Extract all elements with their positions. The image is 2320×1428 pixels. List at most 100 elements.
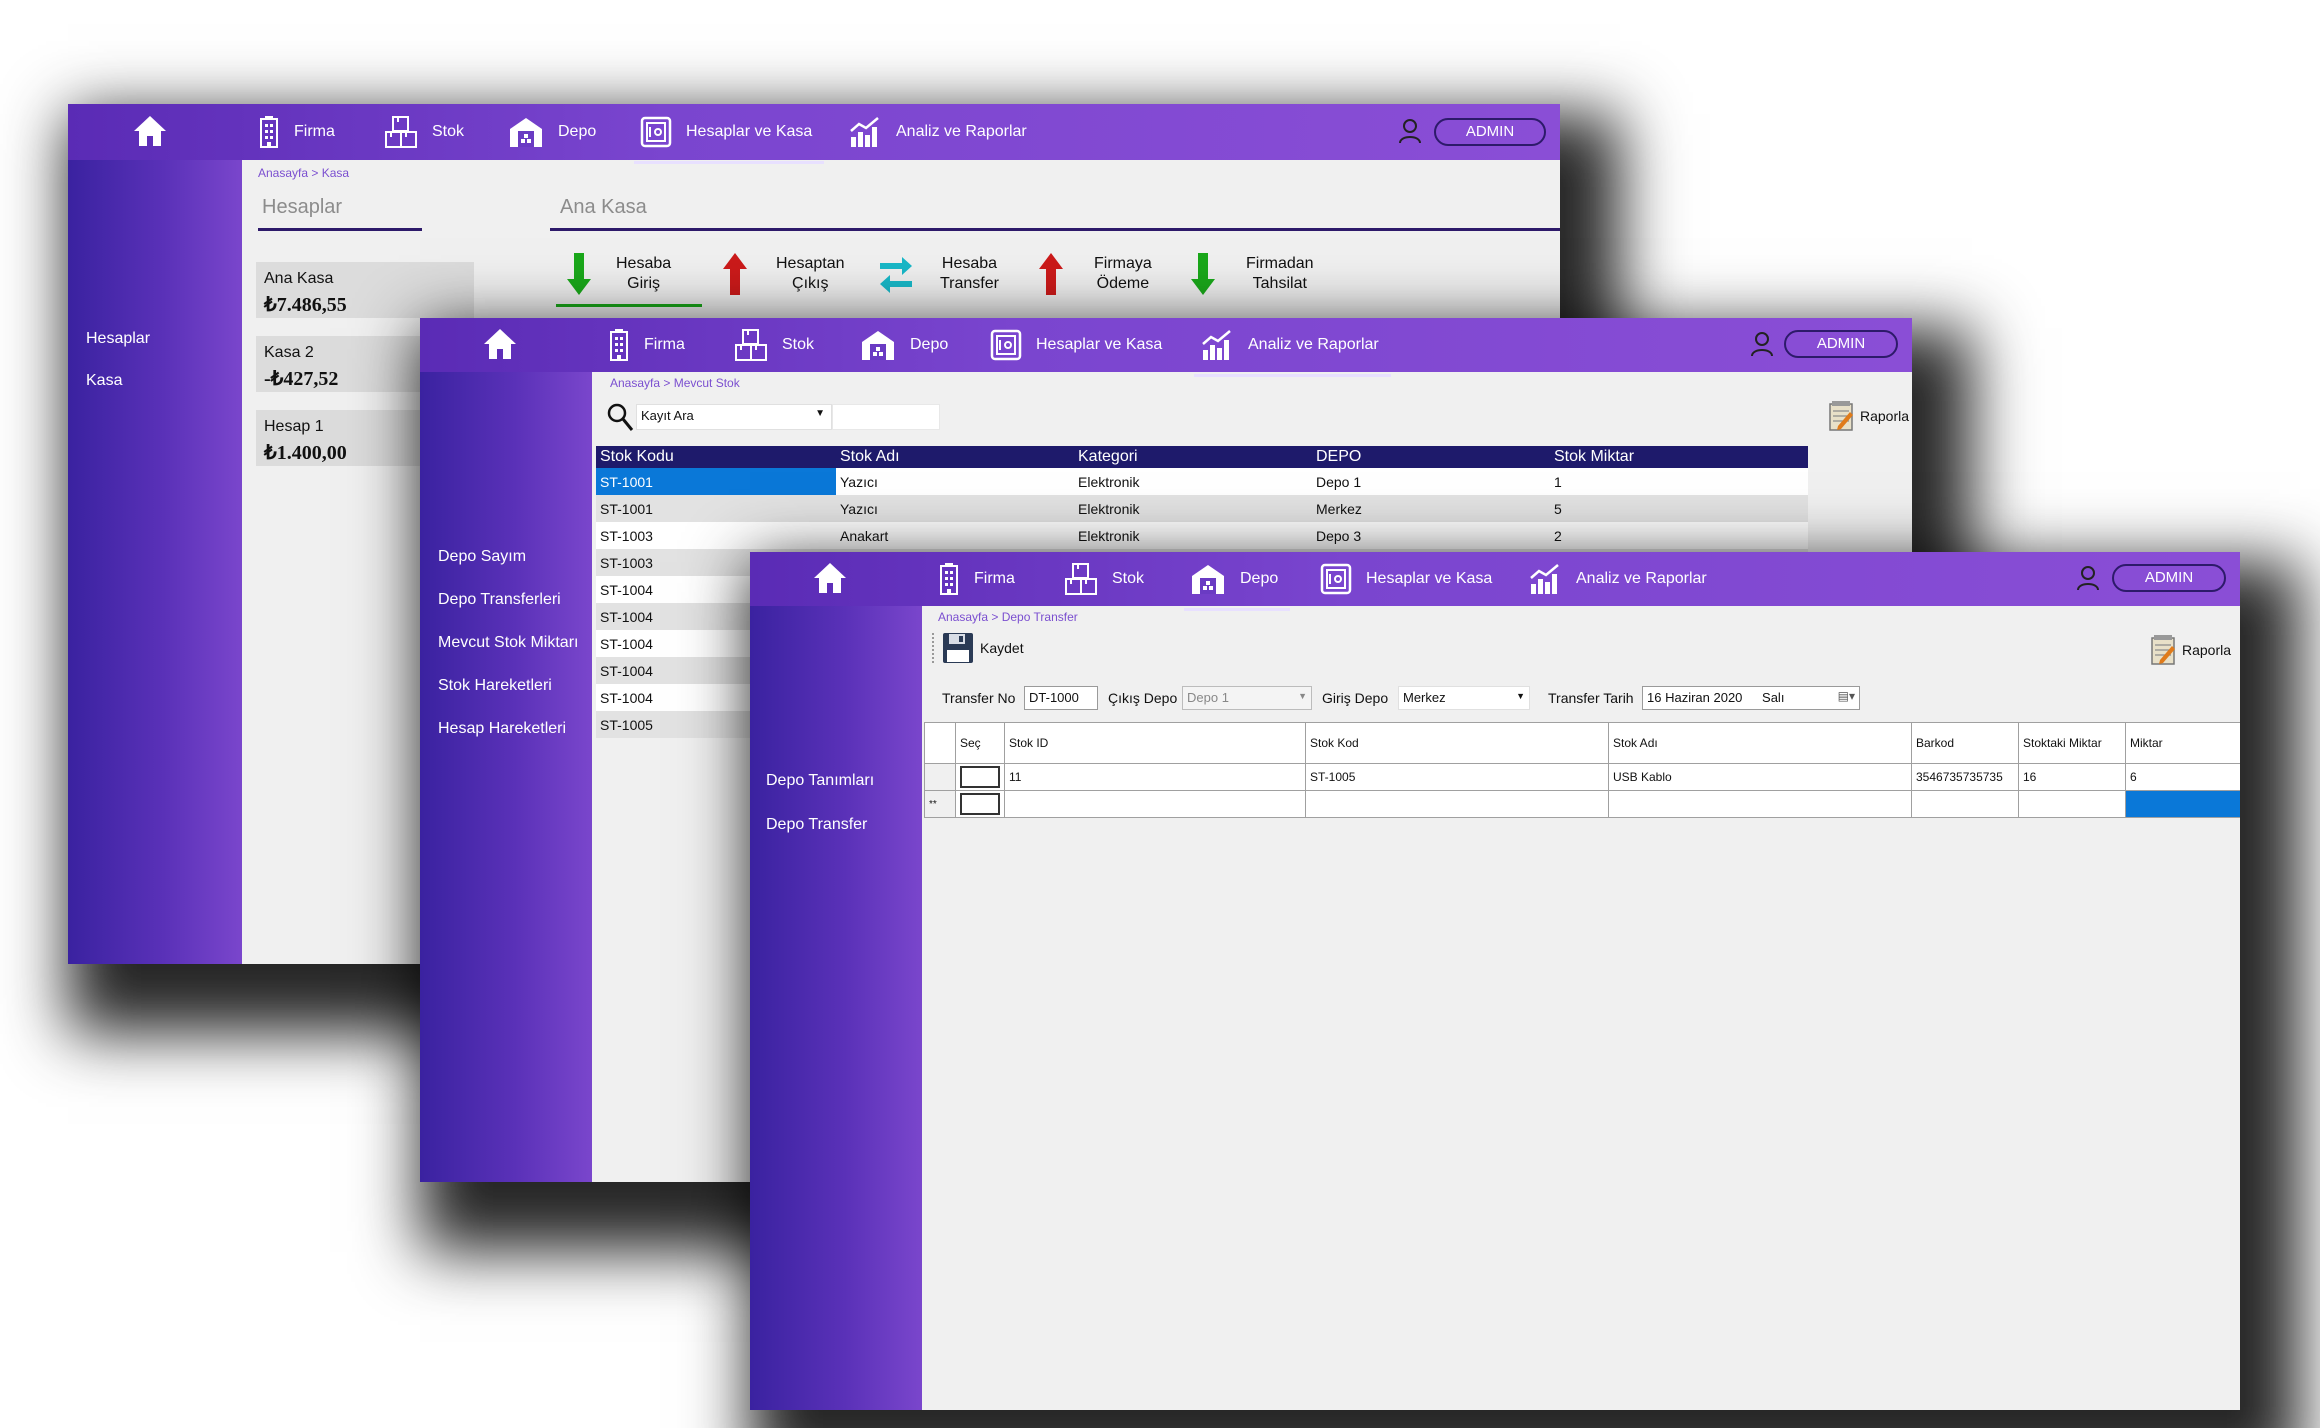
home-icon[interactable] — [132, 114, 168, 148]
sidebar-item-depo-tanimlari[interactable]: Depo Tanımları — [766, 772, 874, 790]
sidebar-item-kasa[interactable]: Kasa — [86, 372, 122, 390]
column-header[interactable]: Stok Adı — [836, 446, 1074, 468]
column-header[interactable]: Miktar — [2125, 722, 2240, 764]
new-row[interactable]: ** — [924, 790, 2240, 818]
cell-stok-adi[interactable] — [1608, 790, 1912, 818]
calendar-icon[interactable]: ▤▾ — [1838, 689, 1855, 703]
table-row[interactable]: 11 ST-1005 USB Kablo 3546735735735 16 6 — [924, 763, 2240, 791]
nav-stok[interactable]: Stok — [1064, 561, 1144, 597]
transfer-no-field[interactable]: DT-1000 — [1024, 686, 1098, 710]
home-icon[interactable] — [812, 561, 848, 595]
nav-hesaplar-kasa[interactable]: Hesaplar ve Kasa — [633, 114, 825, 164]
giris-depo-select[interactable]: Merkez ▼ — [1398, 686, 1530, 710]
action-hesaba-transfer[interactable]: Hesaba Transfer — [878, 250, 999, 298]
column-header[interactable]: Barkod — [1911, 722, 2019, 764]
nav-stok[interactable]: Stok — [384, 114, 464, 150]
sidebar-item-hesap-hareketleri[interactable]: Hesap Hareketleri — [438, 720, 566, 738]
cell-stoktaki-miktar[interactable]: 16 — [2018, 763, 2126, 791]
action-hesaptan-cikis[interactable]: Hesaptan Çıkış — [722, 250, 845, 298]
action-firmadan-tahsilat[interactable]: Firmadan Tahsilat — [1190, 250, 1314, 298]
cikis-depo-select[interactable]: Depo 1 ▼ — [1182, 686, 1312, 710]
nav-firma[interactable]: Firma — [938, 561, 1015, 597]
admin-button[interactable]: ADMIN — [2112, 564, 2226, 592]
cell-stok-kod[interactable]: ST-1005 — [1305, 763, 1609, 791]
cell-depo[interactable]: Merkez — [1312, 495, 1550, 522]
select-checkbox[interactable] — [960, 793, 1000, 815]
cell-stok-adi[interactable]: USB Kablo — [1608, 763, 1912, 791]
cell-stok-adi[interactable]: Yazıcı — [836, 468, 1074, 495]
column-header[interactable]: Stok Kodu — [596, 446, 836, 468]
select-checkbox[interactable] — [960, 766, 1000, 788]
column-header[interactable]: Kategori — [1074, 446, 1312, 468]
column-header[interactable]: Stok Miktar — [1550, 446, 1808, 468]
nav-depo[interactable]: Depo — [860, 327, 948, 363]
sidebar-item-stok-hareketleri[interactable]: Stok Hareketleri — [438, 677, 552, 695]
row-header[interactable] — [924, 763, 956, 791]
cell-kategori[interactable]: Elektronik — [1074, 495, 1312, 522]
table-row[interactable]: ST-1003 Anakart Elektronik Depo 3 2 — [596, 522, 1808, 549]
cell-stok-kodu[interactable]: ST-1003 — [596, 522, 836, 549]
cell-stok-miktar[interactable]: 2 — [1550, 522, 1808, 549]
column-header[interactable]: DEPO — [1312, 446, 1550, 468]
nav-depo[interactable]: Depo — [1183, 561, 1291, 611]
cell-sec[interactable] — [955, 790, 1005, 818]
cell-stok-adi[interactable]: Yazıcı — [836, 495, 1074, 522]
cell-stok-id[interactable] — [1004, 790, 1306, 818]
column-header[interactable]: Stok ID — [1004, 722, 1306, 764]
search-input[interactable] — [832, 404, 940, 430]
action-firmaya-odeme[interactable]: Firmaya Ödeme — [1038, 250, 1152, 298]
transfer-date-picker[interactable]: 16 Haziran 2020 Salı ▤▾ — [1642, 686, 1860, 710]
column-header[interactable]: Stoktaki Miktar — [2018, 722, 2126, 764]
user-icon[interactable] — [2076, 565, 2100, 591]
column-header[interactable]: Stok Kod — [1305, 722, 1609, 764]
cell-depo[interactable]: Depo 3 — [1312, 522, 1550, 549]
breadcrumb[interactable]: Anasayfa > Mevcut Stok — [610, 376, 740, 390]
nav-stok[interactable]: Stok — [734, 327, 814, 363]
nav-firma[interactable]: Firma — [258, 114, 335, 150]
column-header[interactable]: Stok Adı — [1608, 722, 1912, 764]
cell-stok-miktar[interactable]: 5 — [1550, 495, 1808, 522]
table-row[interactable]: ST-1001 Yazıcı Elektronik Merkez 5 — [596, 495, 1808, 522]
breadcrumb[interactable]: Anasayfa > Depo Transfer — [938, 610, 1078, 624]
cell-stok-id[interactable]: 11 — [1004, 763, 1306, 791]
nav-hesaplar-kasa[interactable]: Hesaplar ve Kasa — [990, 327, 1162, 363]
nav-analiz-raporlar[interactable]: Analiz ve Raporlar — [1528, 561, 1707, 597]
action-hesaba-giris[interactable]: Hesaba Giriş — [566, 250, 671, 298]
nav-depo[interactable]: Depo — [508, 114, 596, 150]
cell-stok-kodu[interactable]: ST-1001 — [596, 495, 836, 522]
cell-depo[interactable]: Depo 1 — [1312, 468, 1550, 495]
nav-analiz-raporlar[interactable]: Analiz ve Raporlar — [848, 114, 1027, 150]
table-row[interactable]: ST-1001 Yazıcı Elektronik Depo 1 1 — [596, 468, 1808, 495]
report-button[interactable]: Raporla — [2150, 634, 2231, 666]
sidebar-item-depo-sayim[interactable]: Depo Sayım — [438, 548, 526, 566]
nav-firma[interactable]: Firma — [608, 327, 685, 363]
cell-stoktaki-miktar[interactable] — [2018, 790, 2126, 818]
cell-miktar[interactable]: 6 — [2125, 763, 2240, 791]
new-row-marker[interactable]: ** — [924, 790, 956, 818]
cell-miktar[interactable] — [2125, 790, 2240, 818]
user-icon[interactable] — [1750, 331, 1774, 357]
sidebar-item-mevcut-stok[interactable]: Mevcut Stok Miktarı — [438, 634, 578, 652]
admin-button[interactable]: ADMIN — [1784, 330, 1898, 358]
cell-stok-kod[interactable] — [1305, 790, 1609, 818]
account-card[interactable]: Ana Kasa ₺7.486,55 — [256, 262, 474, 318]
report-button[interactable]: Raporla — [1828, 400, 1909, 432]
cell-kategori[interactable]: Elektronik — [1074, 522, 1312, 549]
cell-kategori[interactable]: Elektronik — [1074, 468, 1312, 495]
cell-stok-miktar[interactable]: 1 — [1550, 468, 1808, 495]
user-icon[interactable] — [1398, 118, 1422, 144]
cell-barkod[interactable]: 3546735735735 — [1911, 763, 2019, 791]
nav-analiz-raporlar[interactable]: Analiz ve Raporlar — [1194, 327, 1391, 377]
search-field-select[interactable]: Kayıt Ara ▼ — [636, 404, 832, 430]
cell-sec[interactable] — [955, 763, 1005, 791]
cell-stok-kodu[interactable]: ST-1001 — [596, 468, 836, 495]
sidebar-item-depo-transferleri[interactable]: Depo Transferleri — [438, 591, 561, 609]
home-icon[interactable] — [482, 327, 518, 361]
admin-button[interactable]: ADMIN — [1434, 118, 1546, 146]
cell-barkod[interactable] — [1911, 790, 2019, 818]
save-button[interactable]: Kaydet — [932, 632, 1024, 664]
cell-stok-adi[interactable]: Anakart — [836, 522, 1074, 549]
breadcrumb[interactable]: Anasayfa > Kasa — [258, 166, 349, 180]
nav-hesaplar-kasa[interactable]: Hesaplar ve Kasa — [1320, 561, 1492, 597]
search-icon[interactable] — [606, 402, 634, 432]
